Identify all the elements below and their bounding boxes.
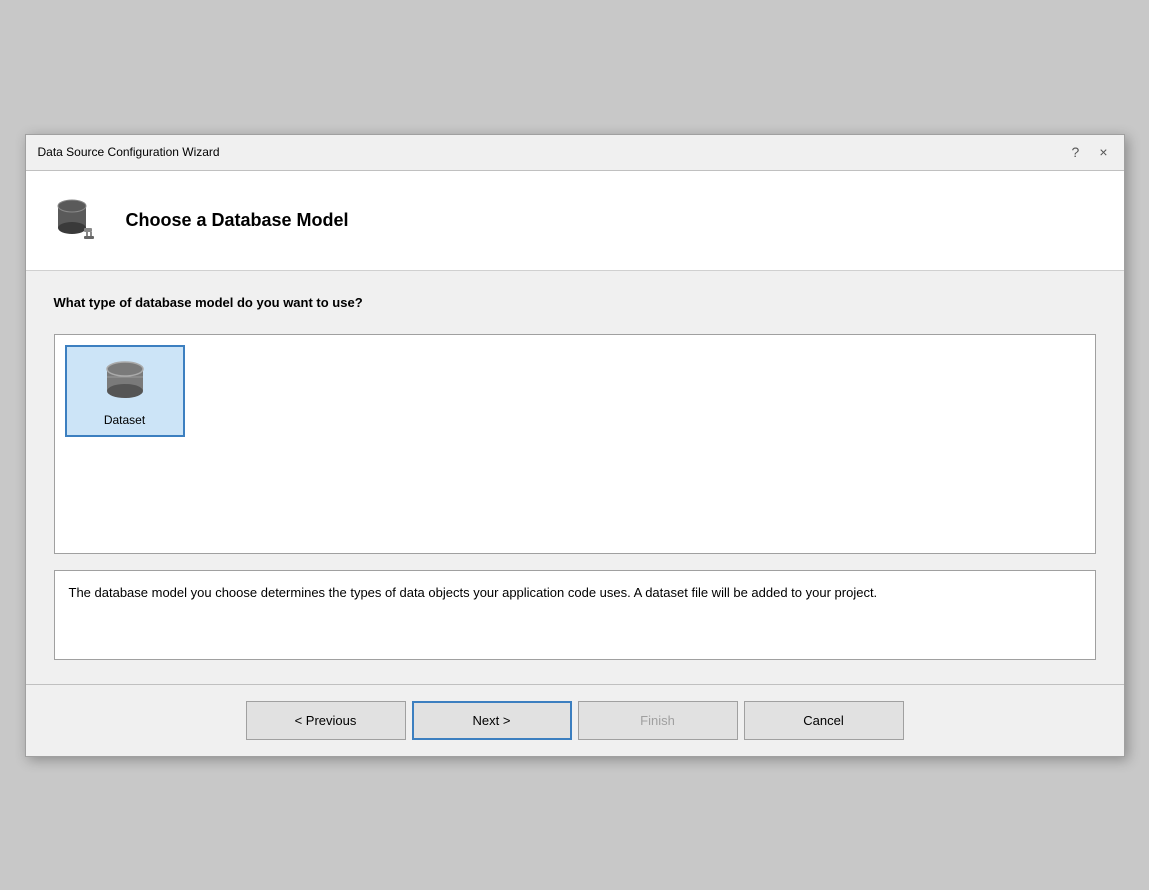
dataset-model-label: Dataset [104, 413, 145, 427]
title-bar-controls: ? × [1068, 142, 1112, 162]
description-text: The database model you choose determines… [69, 585, 878, 600]
cancel-button[interactable]: Cancel [744, 701, 904, 740]
finish-button[interactable]: Finish [578, 701, 738, 740]
dataset-icon [99, 355, 151, 407]
close-button[interactable]: × [1095, 142, 1111, 162]
previous-button[interactable]: < Previous [246, 701, 406, 740]
description-box: The database model you choose determines… [54, 570, 1096, 660]
help-button[interactable]: ? [1068, 142, 1084, 162]
dialog: Data Source Configuration Wizard ? × [25, 134, 1125, 757]
header-icon [50, 192, 106, 248]
content-section: What type of database model do you want … [26, 271, 1124, 684]
header-title: Choose a Database Model [126, 210, 349, 231]
footer-section: < Previous Next > Finish Cancel [26, 684, 1124, 756]
header-section: Choose a Database Model [26, 171, 1124, 271]
model-selection-box: Dataset [54, 334, 1096, 554]
dataset-model-item[interactable]: Dataset [65, 345, 185, 437]
title-bar: Data Source Configuration Wizard ? × [26, 135, 1124, 171]
question-label: What type of database model do you want … [54, 295, 1096, 310]
database-header-icon [50, 192, 106, 248]
window-title: Data Source Configuration Wizard [38, 145, 220, 159]
next-button[interactable]: Next > [412, 701, 572, 740]
title-bar-left: Data Source Configuration Wizard [38, 145, 220, 159]
